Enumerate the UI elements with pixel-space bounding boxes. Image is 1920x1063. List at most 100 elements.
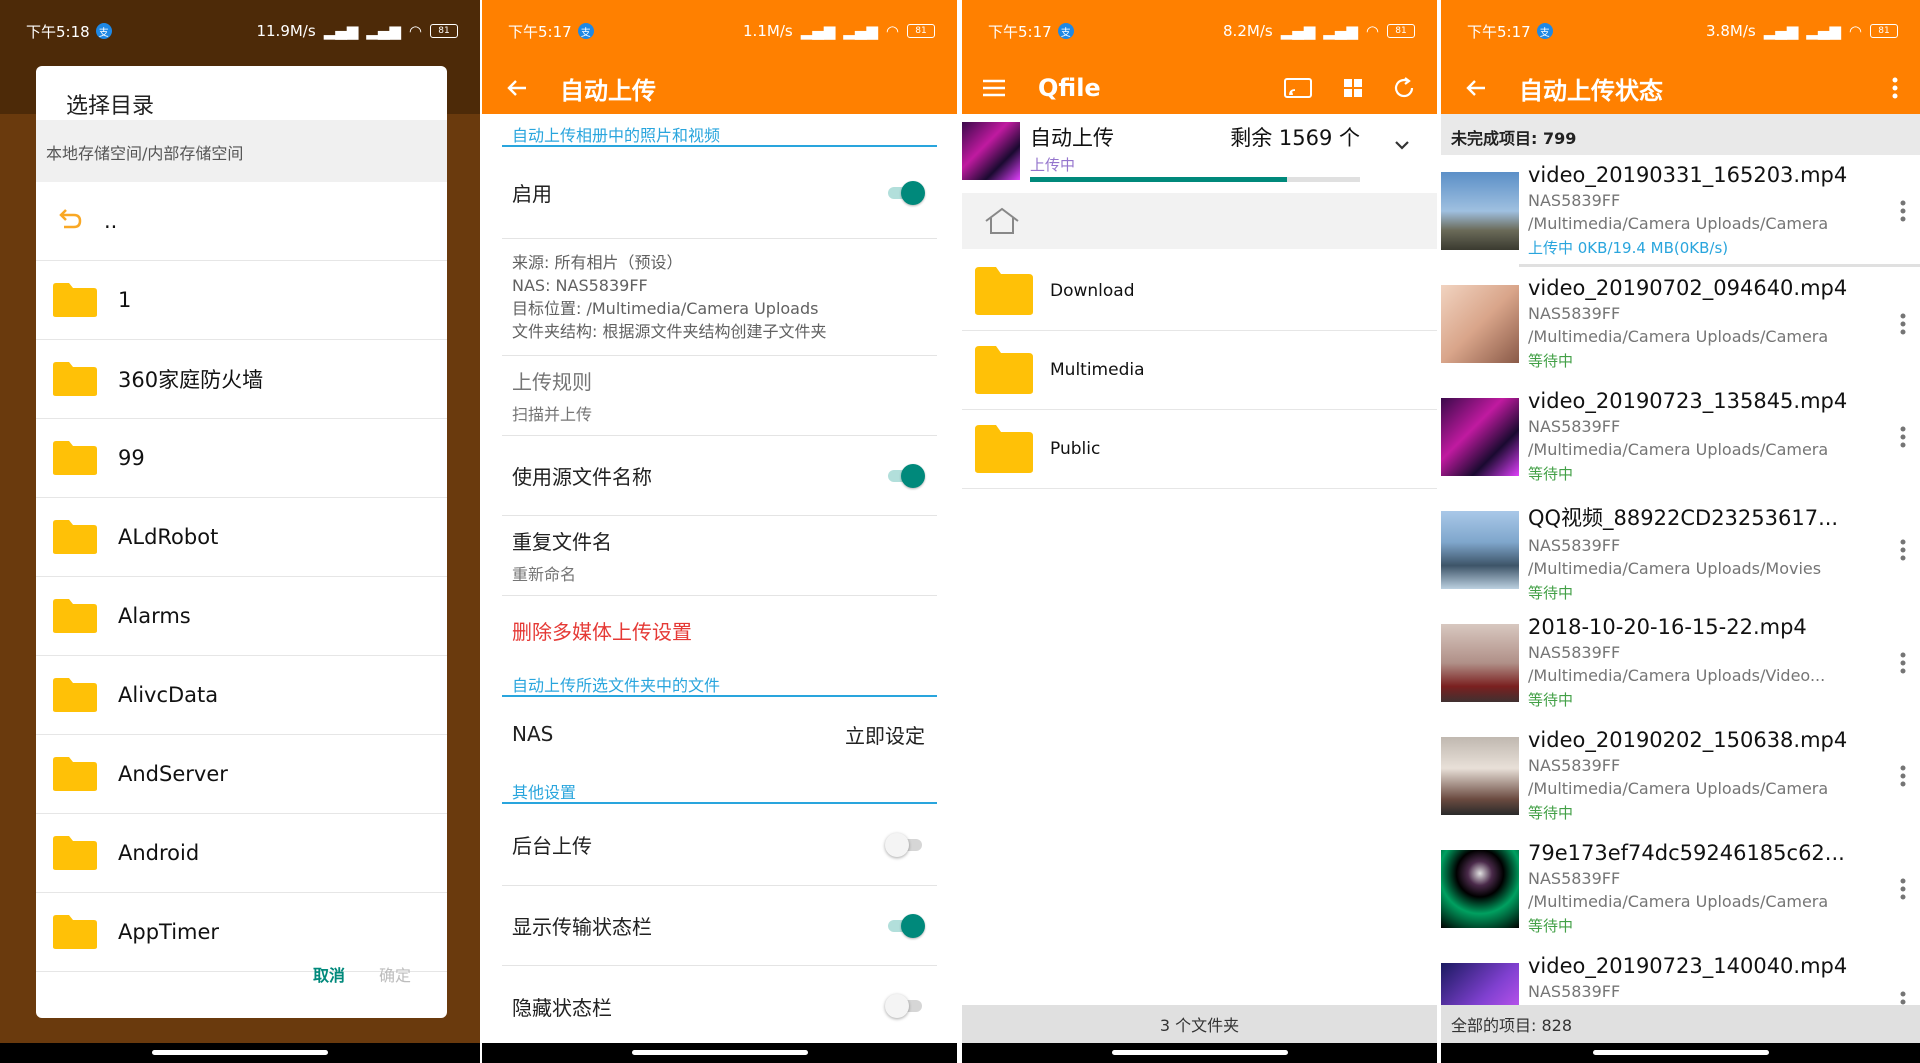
folder-row[interactable]: Android [36,814,447,893]
item-status: 等待中 [1528,917,1574,935]
more-vert-icon[interactable] [1892,77,1898,99]
dialog-actions: 取消 确定 [36,954,447,994]
item-path: /Multimedia/Camera Uploads/Camera [1528,440,1829,459]
more-vert-icon[interactable] [1900,765,1906,787]
upload-item[interactable]: video_20190331_165203.mp4 NAS5839FF/Multi… [1441,155,1920,268]
item-nas: NAS5839FF [1528,869,1621,888]
folder-row[interactable]: Public [962,410,1437,489]
item-status: 等待中 [1528,584,1574,602]
more-vert-icon[interactable] [1900,539,1906,561]
back-arrow-icon[interactable] [506,77,528,99]
delete-settings-row[interactable]: 删除多媒体上传设置 [502,596,937,664]
screen-auto-upload-status: 下午5:17 支 3.8M/s ▂▄▆ ▂▄▆ ◠ 81 自动上传状态 未完成项目… [1441,0,1920,1063]
folder-name: Download [1050,281,1135,301]
folder-name: AlivcData [118,683,219,707]
signal-icon: ▂▄▆ [800,22,836,40]
more-vert-icon[interactable] [1900,426,1906,448]
signal-icon-2: ▂▄▆ [1806,22,1841,40]
more-vert-icon[interactable] [1900,200,1906,222]
folder-name: Android [118,841,200,865]
signal-icon: ▂▄▆ [1280,22,1316,40]
more-vert-icon[interactable] [1900,313,1906,335]
folder-row[interactable]: Multimedia [962,331,1437,410]
folder-name: Public [1050,439,1101,459]
delete-media-upload-settings-button[interactable]: 删除多媒体上传设置 [512,616,692,645]
duplicate-name-row[interactable]: 重复文件名 重新命名 [502,516,937,596]
settings-list: 自动上传相册中的照片和视频 启用 来源: 所有相片（预设） NAS: NAS58… [502,114,937,1046]
upload-item[interactable]: QQ视频_88922CD23253617... NAS5839FF/Multime… [1441,494,1920,607]
refresh-icon[interactable] [1393,77,1415,99]
more-vert-icon[interactable] [1900,652,1906,674]
nas-row[interactable]: NAS 立即设定 [502,697,937,771]
folder-row[interactable]: 99 [36,419,447,498]
cancel-button[interactable]: 取消 [313,962,345,986]
home-gesture-pill[interactable] [1111,1050,1288,1055]
status-bar: 下午5:17 支 8.2M/s ▂▄▆ ▂▄▆ ◠ 81 [962,0,1437,62]
folder-row[interactable]: AlivcData [36,656,447,735]
home-gesture-pill[interactable] [1592,1050,1769,1055]
confirm-button[interactable]: 确定 [379,962,411,986]
set-now-button[interactable]: 立即设定 [845,720,925,749]
upload-thumbnail [962,122,1020,180]
net-speed: 11.9M/s [256,22,316,40]
folder-row[interactable]: Alarms [36,577,447,656]
upload-item[interactable]: 2018-10-20-16-15-22.mp4 NAS5839FF/Multime… [1441,607,1920,720]
auto-upload-card[interactable]: 自动上传 剩余 1569 个 上传中 [962,114,1437,186]
upload-item[interactable]: video_20190723_135845.mp4 NAS5839FF/Multi… [1441,381,1920,494]
folder-row[interactable]: AndServer [36,735,447,814]
item-filename: 2018-10-20-16-15-22.mp4 [1528,615,1807,639]
back-arrow-icon[interactable] [1465,77,1487,99]
status-bar: 下午5:17 支 1.1M/s ▂▄▆ ▂▄▆ ◠ 81 [482,0,957,62]
item-thumbnail [1441,511,1519,589]
folder-row[interactable]: 1 [36,261,447,340]
more-vert-icon[interactable] [1900,878,1906,900]
folder-icon [53,757,97,791]
wifi-icon: ◠ [1365,22,1379,40]
background-upload-toggle[interactable] [885,832,925,857]
wifi-icon: ◠ [1848,22,1862,40]
folder-row[interactable]: Download [962,252,1437,331]
home-icon[interactable] [982,206,1022,236]
show-transfer-bar-toggle[interactable] [885,913,925,938]
folder-up-row[interactable]: .. [36,182,447,261]
folder-row[interactable]: 360家庭防火墙 [36,340,447,419]
item-nas: NAS5839FF [1528,643,1621,662]
enable-toggle[interactable] [885,180,925,205]
home-gesture-pill[interactable] [152,1050,328,1055]
total-count: 全部的项目: 828 [1451,1016,1573,1035]
upload-rule-row[interactable]: 上传规则 扫描并上传 [502,356,937,436]
use-source-name-row[interactable]: 使用源文件名称 [502,436,937,516]
upload-item[interactable]: video_20190702_094640.mp4 NAS5839FF/Multi… [1441,268,1920,381]
battery-icon: 81 [1387,24,1415,38]
hide-status-bar-toggle[interactable] [885,994,925,1018]
chevron-down-icon[interactable] [1394,140,1410,150]
app-title: Qfile [1038,74,1101,102]
folder-row[interactable]: ALdRobot [36,498,447,577]
folder-icon [53,520,97,554]
menu-icon[interactable] [982,78,1006,98]
hide-status-bar-row[interactable]: 隐藏状态栏 [502,966,937,1046]
cast-icon[interactable] [1283,77,1313,99]
upload-remaining: 剩余 1569 个 [1230,126,1360,150]
enable-row[interactable]: 启用 [502,147,937,239]
upload-item[interactable]: video_20190202_150638.mp4 NAS5839FF/Multi… [1441,720,1920,833]
item-thumbnail [1441,850,1519,928]
item-thumbnail [1441,737,1519,815]
use-source-name-toggle[interactable] [885,463,925,488]
page-title: 自动上传状态 [1519,76,1663,105]
item-filename: video_20190702_094640.mp4 [1528,276,1848,300]
upload-info-block[interactable]: 来源: 所有相片（预设） NAS: NAS5839FF 目标位置: /Multi… [502,239,937,356]
home-gesture-pill[interactable] [631,1050,808,1055]
folder-icon [53,915,97,949]
breadcrumb-home[interactable] [962,193,1437,249]
upload-item[interactable]: 79e173ef74dc59246185c62... NAS5839FF/Mult… [1441,833,1920,946]
grid-view-icon[interactable] [1343,78,1363,98]
show-transfer-bar-row[interactable]: 显示传输状态栏 [502,886,937,966]
folder-name: ALdRobot [118,525,219,549]
wifi-icon: ◠ [408,22,422,40]
background-upload-row[interactable]: 后台上传 [502,804,937,886]
nav-bar [962,1043,1437,1063]
folder-icon [53,678,97,712]
section-header-album: 自动上传相册中的照片和视频 [502,114,937,147]
duplicate-name-title: 重复文件名 [512,530,612,554]
